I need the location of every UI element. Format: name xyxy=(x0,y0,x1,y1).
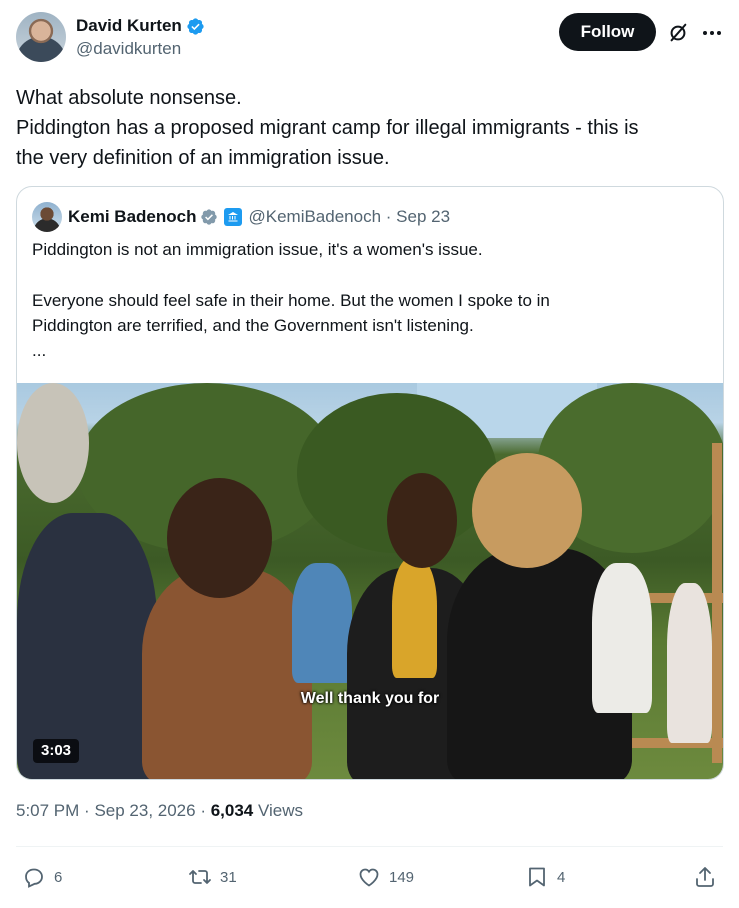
share-button[interactable] xyxy=(693,860,717,894)
video-player[interactable]: Well thank you for 3:03 xyxy=(17,383,723,779)
video-duration: 3:03 xyxy=(33,739,80,763)
more-icon[interactable] xyxy=(700,21,724,45)
video-person xyxy=(142,568,312,779)
verified-badge-icon xyxy=(187,17,204,35)
bookmark-button[interactable]: 4 xyxy=(525,860,565,894)
action-bar: 6 31 149 4 xyxy=(16,860,723,894)
tweet-date[interactable]: Sep 23, 2026 xyxy=(94,801,195,820)
bookmark-count: 4 xyxy=(557,868,566,886)
video-caption: Well thank you for xyxy=(300,690,440,707)
like-button[interactable]: 149 xyxy=(357,860,414,894)
video-person-head xyxy=(472,453,582,568)
author-display-name-row[interactable]: David Kurten xyxy=(76,15,205,37)
tweet-text-line: the very definition of an immigration is… xyxy=(16,147,390,169)
views-label: Views xyxy=(258,801,304,820)
quoted-author-avatar[interactable] xyxy=(32,202,62,232)
bookmark-icon xyxy=(529,867,545,887)
government-affiliation-badge-icon xyxy=(224,208,243,226)
quoted-author-display-name[interactable]: Kemi Badenoch xyxy=(68,207,196,227)
quoted-tweet[interactable]: Kemi Badenoch @KemiBadenoch · Sep 23 Pid… xyxy=(16,186,724,780)
quoted-text-line: Piddington is not an immigration issue, … xyxy=(32,240,483,259)
video-person-head xyxy=(387,473,457,568)
author-handle[interactable]: @davidkurten xyxy=(76,37,205,61)
author-display-name[interactable]: David Kurten xyxy=(76,15,182,37)
repost-icon xyxy=(189,870,211,884)
video-person xyxy=(667,583,712,743)
share-icon xyxy=(696,867,714,887)
quoted-text-line: ... xyxy=(32,341,47,360)
meta-separator: · xyxy=(200,801,211,820)
tweet-text: What absolute nonsense. Piddington has a… xyxy=(16,83,723,173)
like-count: 149 xyxy=(389,868,415,886)
video-person-head xyxy=(17,383,89,503)
tweet-text-line: Piddington has a proposed migrant camp f… xyxy=(16,117,639,139)
tweet-meta: 5:07 PM · Sep 23, 2026 · 6,034 Views xyxy=(16,801,303,821)
divider xyxy=(16,846,723,847)
video-person-head xyxy=(167,478,272,598)
meta-separator: · xyxy=(84,801,95,820)
tweet-time[interactable]: 5:07 PM xyxy=(16,801,79,820)
tweet-header: David Kurten @davidkurten Follow xyxy=(16,12,723,64)
verified-badge-icon xyxy=(201,209,218,225)
quoted-tweet-header: Kemi Badenoch @KemiBadenoch · Sep 23 xyxy=(32,202,450,232)
follow-button[interactable]: Follow xyxy=(559,13,656,51)
quoted-text-line: Piddington are terrified, and the Govern… xyxy=(32,316,474,335)
repost-button[interactable]: 31 xyxy=(188,860,237,894)
author-avatar[interactable] xyxy=(16,12,66,62)
quoted-text-line: Everyone should feel safe in their home.… xyxy=(32,291,550,310)
reply-button[interactable]: 6 xyxy=(22,860,62,894)
video-fence xyxy=(712,443,722,763)
quoted-author-handle-date[interactable]: @KemiBadenoch · Sep 23 xyxy=(248,207,450,227)
grok-icon[interactable] xyxy=(667,22,689,44)
reply-count: 6 xyxy=(54,868,63,886)
video-person xyxy=(292,563,352,683)
views-count: 6,034 xyxy=(210,801,254,820)
quoted-tweet-text: Piddington is not an immigration issue, … xyxy=(32,237,712,363)
reply-icon xyxy=(25,868,43,888)
author-name-block: David Kurten @davidkurten xyxy=(76,15,205,61)
repost-count: 31 xyxy=(220,868,237,886)
heart-icon xyxy=(359,868,379,887)
video-person-scarf xyxy=(392,558,437,678)
tweet-text-line: What absolute nonsense. xyxy=(16,87,242,109)
